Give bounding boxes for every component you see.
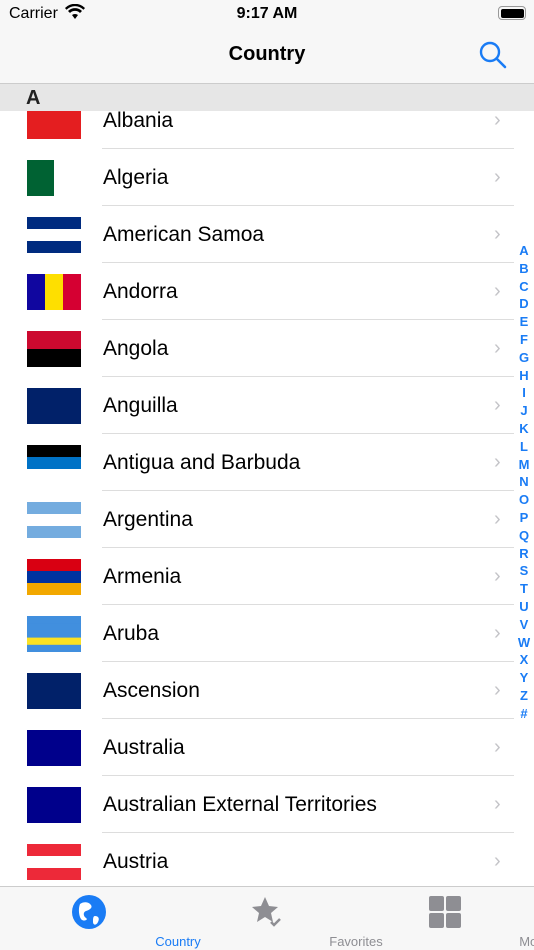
- country-name: Angola: [103, 337, 169, 360]
- index-letter[interactable]: E: [514, 314, 534, 332]
- battery-icon: [498, 6, 526, 20]
- index-letter[interactable]: A: [514, 243, 534, 261]
- index-letter[interactable]: O: [514, 492, 534, 510]
- chevron-right-icon: ›: [494, 394, 501, 416]
- country-name: Australia: [103, 736, 185, 759]
- flag-icon: [27, 616, 81, 652]
- index-letter[interactable]: D: [514, 296, 534, 314]
- list-item[interactable]: Angola ›: [0, 320, 534, 377]
- flag-icon: [27, 274, 81, 310]
- list-item[interactable]: Australian External Territories ›: [0, 776, 534, 833]
- chevron-right-icon: ›: [494, 166, 501, 188]
- index-letter[interactable]: L: [514, 439, 534, 457]
- list-item[interactable]: Aruba ›: [0, 605, 534, 662]
- country-name: Andorra: [103, 280, 178, 303]
- index-letter[interactable]: Y: [514, 670, 534, 688]
- chevron-right-icon: ›: [494, 223, 501, 245]
- index-letter[interactable]: J: [514, 403, 534, 421]
- index-letter[interactable]: B: [514, 261, 534, 279]
- list-item[interactable]: American Samoa ›: [0, 206, 534, 263]
- chevron-right-icon: ›: [494, 793, 501, 815]
- list-item[interactable]: Ascension ›: [0, 662, 534, 719]
- index-letter[interactable]: T: [514, 581, 534, 599]
- index-letter[interactable]: U: [514, 599, 534, 617]
- chevron-right-icon: ›: [494, 850, 501, 872]
- index-letter[interactable]: F: [514, 332, 534, 350]
- clock: 9:17 AM: [236, 5, 298, 22]
- chevron-right-icon: ›: [494, 736, 501, 758]
- list-item[interactable]: Argentina ›: [0, 491, 534, 548]
- globe-icon: [72, 895, 106, 929]
- flag-icon: [27, 844, 81, 880]
- star-check-icon: [252, 897, 281, 927]
- country-name: Argentina: [103, 508, 193, 531]
- flag-icon: [27, 730, 81, 766]
- country-name: Armenia: [103, 565, 182, 588]
- flag-icon: [27, 331, 81, 367]
- list-item[interactable]: Antigua and Barbuda ›: [0, 434, 534, 491]
- chevron-right-icon: ›: [494, 508, 501, 530]
- list-item[interactable]: Australia ›: [0, 719, 534, 776]
- tab-label: More: [519, 934, 534, 949]
- index-letter[interactable]: I: [514, 385, 534, 403]
- chevron-right-icon: ›: [494, 109, 501, 131]
- index-letter[interactable]: P: [514, 510, 534, 528]
- list-item[interactable]: Austria ›: [0, 833, 534, 890]
- flag-icon: [27, 388, 81, 424]
- country-name: Antigua and Barbuda: [103, 451, 301, 474]
- country-name: Anguilla: [103, 394, 178, 417]
- index-letter[interactable]: G: [514, 350, 534, 368]
- section-header: A: [0, 84, 534, 111]
- index-letter[interactable]: Z: [514, 688, 534, 706]
- index-letter[interactable]: C: [514, 279, 534, 297]
- country-list: Albania › Algeria › American Samoa › And…: [0, 92, 534, 890]
- chevron-right-icon: ›: [494, 679, 501, 701]
- page-title: Country: [228, 43, 306, 65]
- index-letter[interactable]: #: [514, 706, 534, 724]
- list-item[interactable]: Andorra ›: [0, 263, 534, 320]
- country-name: Austria: [103, 850, 169, 873]
- index-letter[interactable]: R: [514, 546, 534, 564]
- tab-more[interactable]: More: [356, 887, 534, 950]
- country-name: Ascension: [103, 679, 200, 702]
- flag-icon: [27, 502, 81, 538]
- flag-icon: [27, 787, 81, 823]
- chevron-right-icon: ›: [494, 622, 501, 644]
- index-letter[interactable]: H: [514, 368, 534, 386]
- country-name: Algeria: [103, 166, 169, 189]
- index-letter[interactable]: W: [514, 635, 534, 653]
- index-letter[interactable]: M: [514, 457, 534, 475]
- flag-icon: [27, 559, 81, 595]
- tab-country[interactable]: Country: [0, 887, 201, 950]
- list-item[interactable]: Algeria ›: [0, 149, 534, 206]
- tab-favorites[interactable]: Favorites: [178, 887, 383, 950]
- section-index[interactable]: A B C D E F G H I J K L M N O P Q R S T U V W X Y Z #: [514, 243, 534, 724]
- index-letter[interactable]: Q: [514, 528, 534, 546]
- index-letter[interactable]: K: [514, 421, 534, 439]
- index-letter[interactable]: X: [514, 652, 534, 670]
- index-letter[interactable]: N: [514, 474, 534, 492]
- flag-icon: [27, 445, 81, 481]
- country-name: Australian External Territories: [103, 793, 377, 816]
- status-bar: Carrier 9:17 AM: [0, 0, 534, 28]
- tab-bar: CountryFavorites More: [0, 886, 534, 950]
- flag-icon: [27, 673, 81, 709]
- flag-icon: [27, 160, 81, 196]
- chevron-right-icon: ›: [494, 451, 501, 473]
- country-name: Aruba: [103, 622, 160, 645]
- chevron-right-icon: ›: [494, 565, 501, 587]
- list-item[interactable]: Anguilla ›: [0, 377, 534, 434]
- country-name: Albania: [103, 109, 174, 132]
- navigation-bar: Country: [0, 28, 534, 84]
- section-letter: A: [26, 87, 41, 109]
- chevron-right-icon: ›: [494, 280, 501, 302]
- flag-icon: [27, 217, 81, 253]
- chevron-right-icon: ›: [494, 337, 501, 359]
- country-name: American Samoa: [103, 223, 265, 246]
- grid-icon: [429, 896, 461, 928]
- index-letter[interactable]: V: [514, 617, 534, 635]
- index-letter[interactable]: S: [514, 563, 534, 581]
- search-icon[interactable]: [478, 40, 508, 70]
- list-item[interactable]: Armenia ›: [0, 548, 534, 605]
